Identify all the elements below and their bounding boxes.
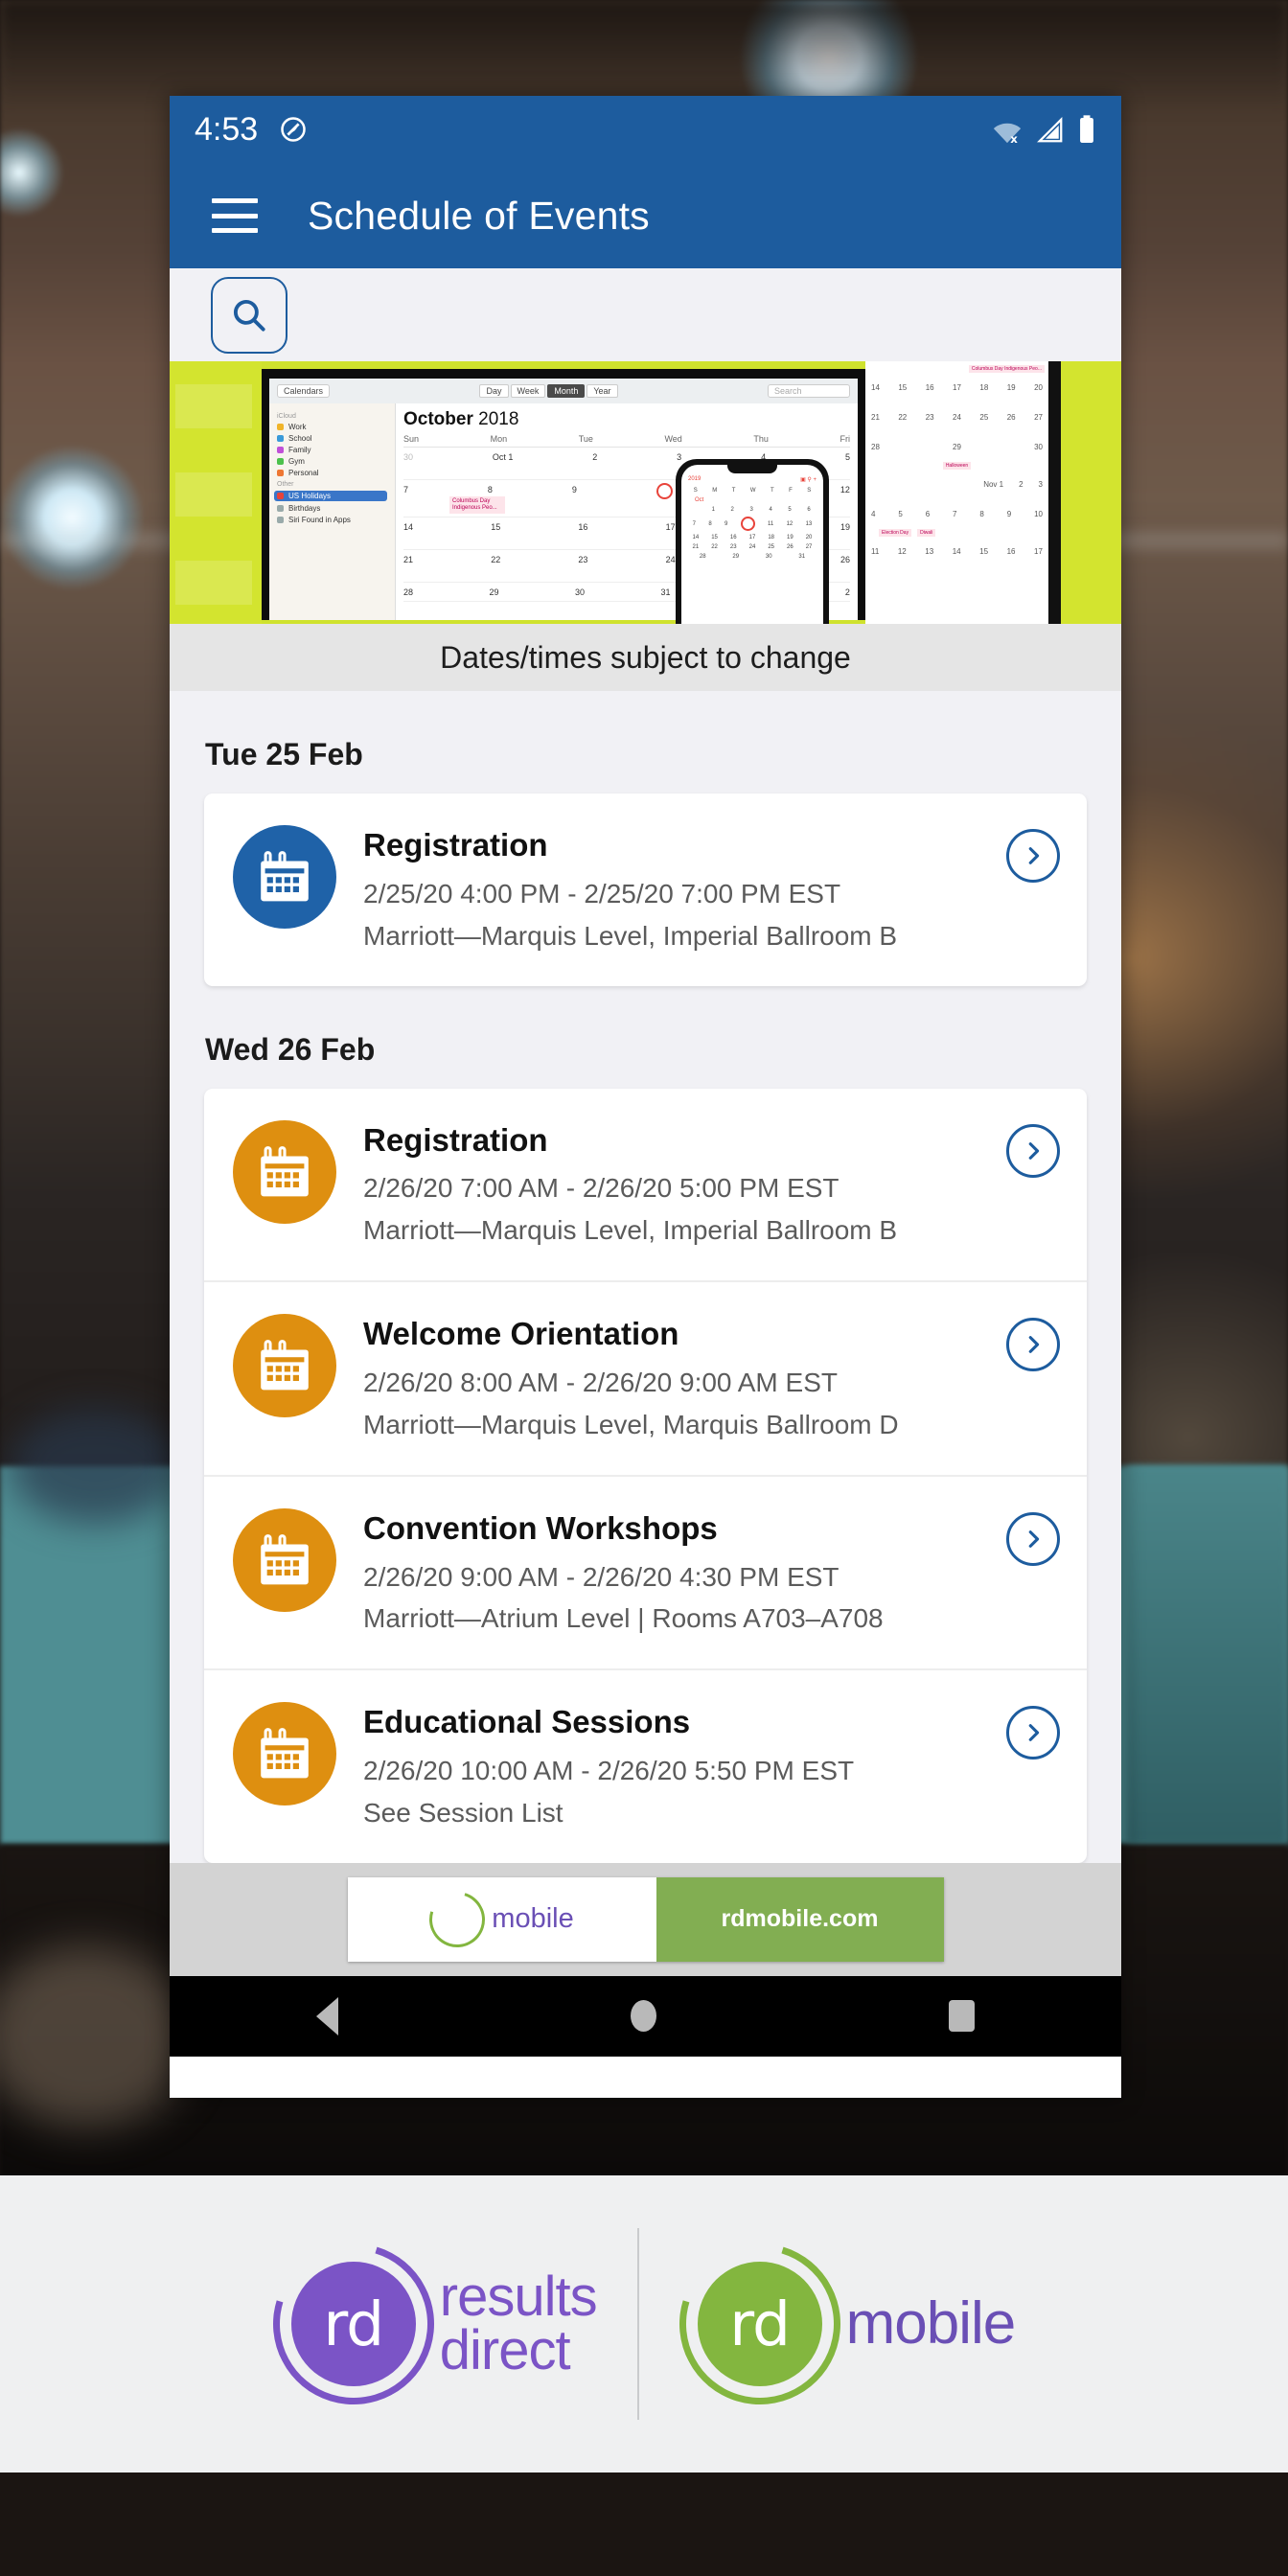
banner-day-headers: Sun Mon Tue Wed Thu Fri [403, 430, 850, 448]
back-triangle-icon[interactable] [315, 1996, 338, 2036]
event-location: Marriott—Marquis Level, Marquis Ballroom… [363, 1409, 899, 1439]
footer-brand-band: rd results direct rd mobile [0, 2175, 1288, 2472]
hamburger-menu-icon[interactable] [212, 198, 258, 233]
day-card: Registration 2/25/20 4:00 PM - 2/25/20 7… [204, 794, 1087, 986]
ad-logo-panel: rd mobile [347, 1876, 656, 1962]
banner-view-segments: Day Week Month Year [479, 384, 618, 398]
banner-event-chip: Columbus Day Indigenous Peo... [449, 496, 505, 515]
rd-ring-icon: rd [650, 2215, 869, 2433]
search-bar-row [170, 268, 1121, 361]
background-teal-panel-right [1126, 1466, 1288, 1845]
android-navigation-bar [170, 1975, 1121, 2057]
event-row[interactable]: Educational Sessions 2/26/20 10:00 AM - … [204, 1668, 1087, 1863]
status-bar-clock: 4:53 [195, 110, 259, 148]
ad-logo-wordmark: mobile [492, 1903, 574, 1935]
status-bar: 4:53 x [170, 96, 1121, 163]
event-location: Marriott—Marquis Level, Imperial Ballroo… [363, 920, 898, 951]
search-icon [233, 299, 265, 332]
home-circle-icon[interactable] [630, 2000, 656, 2033]
event-row[interactable]: Welcome Orientation 2/26/20 8:00 AM - 2/… [204, 1280, 1087, 1475]
day-card: Registration 2/26/20 7:00 AM - 2/26/20 5… [204, 1088, 1087, 1863]
banner-right-calendar: Columbus Day Indigenous Peo... 14 15 16 17 1… [865, 361, 1048, 624]
background-blur-blob-left [10, 1409, 182, 1524]
page-title: Schedule of Events [308, 193, 650, 238]
banner-caption-text: Dates/times subject to change [440, 639, 851, 675]
calendar-icon [233, 1702, 336, 1806]
banner-image: Calendars Day Week Month Year Search iCl… [170, 361, 1121, 624]
calendar-icon [233, 1507, 336, 1612]
chevron-right-icon[interactable] [1006, 1511, 1060, 1566]
event-row[interactable]: Registration 2/26/20 7:00 AM - 2/26/20 5… [204, 1089, 1087, 1281]
ad-cta-label: rdmobile.com [721, 1905, 879, 1933]
chevron-right-icon[interactable] [1006, 1706, 1060, 1760]
rd-mark-text: rd [323, 2288, 384, 2359]
recents-square-icon[interactable] [949, 2000, 976, 2033]
event-title: Registration [363, 1121, 548, 1158]
rd-mark-text: rd [729, 2288, 791, 2359]
event-time: 2/26/20 10:00 AM - 2/26/20 5:50 PM EST [363, 1756, 855, 1786]
event-row[interactable]: Registration 2/25/20 4:00 PM - 2/25/20 7… [204, 794, 1087, 986]
rd-mobile-wordmark: mobile [845, 2289, 1017, 2357]
banner-caption: Dates/times subject to change [170, 624, 1121, 691]
wifi-off-icon: x [993, 123, 1022, 145]
chevron-right-icon[interactable] [1006, 1318, 1060, 1372]
search-button[interactable] [211, 276, 288, 354]
rd-ring-icon: rd [420, 1881, 495, 1957]
event-title: Registration [363, 827, 548, 862]
wordmark-line-1: results [439, 2265, 598, 2328]
phone-screenshot: 4:53 x Schedule of Events Calendars Day … [170, 96, 1121, 2098]
banner-phone-mockup: 2019 ▣ ⚲ + SMTWTFS Oct 123456 7 8 9 11 12 13 1… [676, 459, 829, 624]
event-title: Educational Sessions [363, 1704, 691, 1740]
event-title: Convention Workshops [363, 1509, 718, 1546]
app-bar: Schedule of Events [170, 163, 1121, 268]
rd-mobile-logo: rd mobile [650, 2215, 1017, 2433]
results-direct-wordmark: results direct [439, 2265, 598, 2381]
ad-cta-button[interactable]: rdmobile.com [656, 1876, 944, 1962]
event-time: 2/25/20 4:00 PM - 2/25/20 7:00 PM EST [363, 878, 841, 908]
event-location: Marriott—Marquis Level, Imperial Ballroo… [363, 1215, 898, 1246]
calendar-icon [233, 1119, 336, 1224]
schedule-list[interactable]: Tue 25 Feb Registration 2/25/20 4:00 PM … [170, 691, 1121, 1863]
battery-full-icon [1080, 115, 1093, 143]
cellular-signal-icon [1037, 117, 1063, 143]
banner-calendar-sidebar: iCloud Work School Family Gym Personal O… [269, 403, 396, 620]
chevron-right-icon[interactable] [1006, 829, 1060, 883]
day-header: Wed 26 Feb [205, 1031, 376, 1067]
rd-ring-icon: rd [244, 2215, 463, 2433]
results-direct-logo: rd results direct [244, 2215, 598, 2433]
event-title: Welcome Orientation [363, 1316, 679, 1352]
event-time: 2/26/20 7:00 AM - 2/26/20 5:00 PM EST [363, 1173, 840, 1204]
event-time: 2/26/20 9:00 AM - 2/26/20 4:30 PM EST [363, 1561, 840, 1592]
footer-divider [636, 2228, 639, 2420]
calendar-icon [233, 825, 336, 929]
calendar-icon [233, 1314, 336, 1418]
banner-search-field: Search [768, 384, 850, 398]
ad-banner[interactable]: rd mobile rdmobile.com [347, 1876, 944, 1962]
event-row[interactable]: Convention Workshops 2/26/20 9:00 AM - 2… [204, 1474, 1087, 1669]
chevron-right-icon[interactable] [1006, 1123, 1060, 1178]
event-location: See Session List [363, 1797, 564, 1828]
banner-calendars-chip: Calendars [277, 384, 331, 398]
day-header: Tue 25 Feb [205, 737, 363, 771]
ad-banner-container: rd mobile rdmobile.com [170, 1862, 1121, 1976]
event-location: Marriott—Atrium Level | Rooms A703–A708 [363, 1603, 884, 1634]
event-time: 2/26/20 8:00 AM - 2/26/20 9:00 AM EST [363, 1368, 838, 1397]
wordmark-line-2: direct [439, 2319, 571, 2381]
rd-mark-text: rd [436, 1898, 479, 1941]
svg-text:x: x [1010, 132, 1018, 145]
do-not-disturb-icon [281, 117, 306, 142]
